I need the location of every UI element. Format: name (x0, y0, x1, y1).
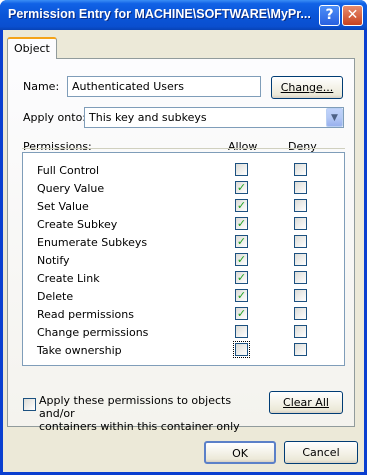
permission-name: Query Value (37, 182, 105, 195)
allow-checkbox[interactable]: ✓ (235, 199, 248, 212)
chevron-down-icon[interactable]: ▼ (326, 108, 343, 127)
allow-checkbox[interactable]: ✓ (235, 253, 248, 266)
help-button[interactable]: ? (319, 5, 340, 26)
permission-row: Take ownership (37, 341, 337, 360)
name-label: Name: (23, 80, 60, 93)
permission-row: Create Subkey ✓ (37, 216, 337, 234)
permission-name: Create Link (37, 272, 100, 285)
title-bar[interactable]: Permission Entry for MACHINE\SOFTWARE\My… (0, 0, 367, 30)
permission-name: Enumerate Subkeys (37, 236, 148, 249)
deny-checkbox[interactable] (294, 307, 307, 320)
window-title: Permission Entry for MACHINE\SOFTWARE\My… (8, 7, 311, 21)
clear-all-label: Clear All (283, 396, 329, 409)
permission-row: Enumerate Subkeys ✓ (37, 234, 337, 252)
apply-to-children-line1: Apply these permissions to objects and/o… (39, 394, 232, 420)
permission-name: Notify (37, 254, 70, 267)
permission-row: Set Value ✓ (37, 198, 337, 216)
permission-row: Delete ✓ (37, 288, 337, 306)
deny-checkbox[interactable] (294, 325, 307, 338)
permission-name: Full Control (37, 164, 100, 177)
allow-checkbox[interactable]: ✓ (235, 307, 248, 320)
permission-row: Query Value ✓ (37, 180, 337, 198)
allow-checkbox[interactable]: ✓ (235, 271, 248, 284)
deny-checkbox[interactable] (294, 199, 307, 212)
deny-checkbox[interactable] (294, 163, 307, 176)
deny-checkbox[interactable] (294, 181, 307, 194)
allow-checkbox[interactable] (235, 163, 248, 176)
deny-checkbox[interactable] (294, 271, 307, 284)
change-button-label: Change... (280, 81, 334, 94)
deny-checkbox[interactable] (294, 343, 307, 356)
tab-object[interactable]: Object (7, 37, 57, 59)
deny-checkbox[interactable] (294, 289, 307, 302)
permission-name: Read permissions (37, 308, 134, 321)
permissions-list[interactable]: Full Control Query Value ✓ Set Value ✓ Create… (22, 152, 345, 366)
permission-row: Change permissions (37, 324, 337, 342)
change-button[interactable]: Change... (271, 76, 343, 99)
apply-onto-label: Apply onto: (23, 111, 87, 124)
allow-checkbox[interactable]: ✓ (235, 289, 248, 302)
allow-checkbox[interactable]: ✓ (235, 181, 248, 194)
cancel-button[interactable]: Cancel (284, 441, 358, 464)
divider (22, 148, 345, 149)
allow-checkbox[interactable]: ✓ (235, 217, 248, 230)
clear-all-button[interactable]: Clear All (269, 391, 343, 414)
deny-checkbox[interactable] (294, 217, 307, 230)
permission-name: Take ownership (37, 344, 122, 357)
name-value: Authenticated Users (72, 80, 185, 93)
deny-checkbox[interactable] (294, 253, 307, 266)
name-field: Authenticated Users (67, 76, 261, 97)
apply-to-children-line2: containers within this container only (39, 420, 240, 433)
apply-to-children-label: Apply these permissions to objects and/o… (39, 394, 269, 433)
apply-to-children-checkbox[interactable] (23, 398, 36, 411)
permission-row: Full Control (37, 162, 337, 180)
permission-row: Notify ✓ (37, 252, 337, 270)
allow-checkbox[interactable] (233, 341, 250, 358)
permission-row: Create Link ✓ (37, 270, 337, 288)
allow-checkbox[interactable]: ✓ (235, 235, 248, 248)
apply-onto-select[interactable]: This key and subkeys ▼ (84, 107, 344, 128)
apply-onto-value: This key and subkeys (89, 111, 207, 124)
ok-button[interactable]: OK (204, 441, 276, 464)
deny-checkbox[interactable] (294, 235, 307, 248)
permission-name: Delete (37, 290, 74, 303)
permission-name: Change permissions (37, 326, 149, 339)
permission-name: Create Subkey (37, 218, 118, 231)
permission-row: Read permissions ✓ (37, 306, 337, 324)
tab-object-label: Object (14, 42, 50, 55)
allow-checkbox[interactable] (235, 325, 248, 338)
permission-name: Set Value (37, 200, 89, 213)
close-button[interactable]: ✕ (342, 5, 363, 26)
